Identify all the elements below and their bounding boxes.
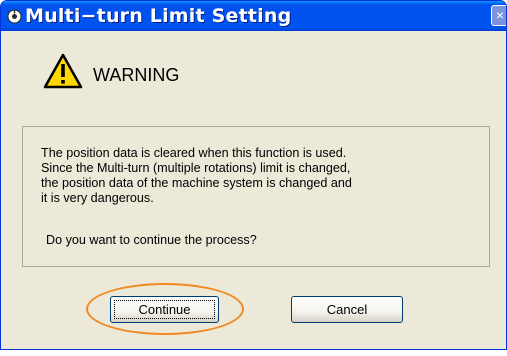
message-line: The position data is cleared when this f… <box>41 146 347 160</box>
app-icon <box>7 9 22 24</box>
cancel-button-label: Cancel <box>326 302 368 317</box>
message-line: the position data of the machine system … <box>41 176 352 190</box>
warning-triangle-icon <box>43 53 83 89</box>
warning-label: WARNING <box>93 65 180 85</box>
focus-ring <box>114 300 215 319</box>
close-icon: × <box>496 7 505 23</box>
message-line: it is very dangerous. <box>41 191 154 205</box>
close-button[interactable]: × <box>491 5 506 26</box>
message-line: Since the Multi-turn (multiple rotations… <box>41 161 351 175</box>
continue-button[interactable]: Continue <box>110 296 219 323</box>
cancel-button[interactable]: Cancel <box>291 296 403 323</box>
confirm-question: Do you want to continue the process? <box>46 233 257 247</box>
title-bar[interactable]: Multi−turn Limit Setting × <box>1 1 506 31</box>
dialog-window: Multi−turn Limit Setting × WARNING The p… <box>0 0 507 350</box>
warning-message: The position data is cleared when this f… <box>41 146 481 206</box>
window-title: Multi−turn Limit Setting <box>25 5 292 27</box>
